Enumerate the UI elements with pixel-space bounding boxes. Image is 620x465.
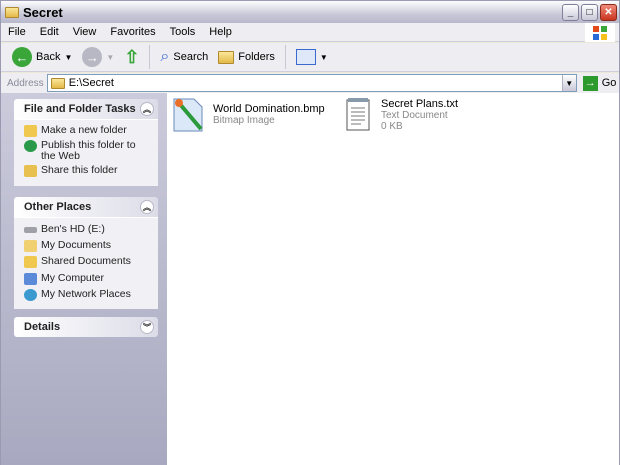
menu-file[interactable]: File: [1, 26, 33, 38]
menu-tools[interactable]: Tools: [163, 26, 203, 38]
task-pane: File and Folder Tasks ︽ Make a new folder…: [1, 93, 167, 465]
details-panel: Details ︾: [14, 317, 158, 337]
drive-icon: [24, 227, 37, 233]
window-title: Secret: [23, 4, 63, 20]
back-arrow-icon: ←: [12, 47, 32, 67]
task-share-folder[interactable]: Share this folder: [24, 165, 152, 177]
toolbar: ← Back ▼ → ▼ ⇧ ⌕ Search Folders ▼: [1, 43, 619, 72]
network-icon: [24, 289, 37, 301]
new-folder-icon: [24, 125, 37, 137]
address-label: Address: [7, 77, 44, 89]
place-my-documents[interactable]: My Documents: [24, 239, 152, 252]
menu-view[interactable]: View: [66, 26, 104, 38]
separator: [284, 45, 286, 69]
task-make-folder[interactable]: Make a new folder: [24, 125, 152, 137]
place-drive[interactable]: Ben's HD (E:): [24, 224, 152, 235]
bitmap-file-icon: [173, 98, 203, 132]
views-icon: [295, 49, 316, 65]
menu-help[interactable]: Help: [202, 26, 239, 38]
dropdown-arrow-icon[interactable]: ▼: [106, 53, 114, 62]
place-shared-documents[interactable]: Shared Documents: [24, 256, 152, 268]
explorer-window: Secret _ □ ✕ File Edit View Favorites To…: [0, 0, 620, 465]
other-places-panel: Other Places ︽ Ben's HD (E:) My Documents…: [14, 197, 158, 309]
computer-icon: [24, 272, 37, 285]
forward-arrow-icon: →: [82, 47, 103, 67]
menu-edit[interactable]: Edit: [33, 26, 66, 38]
file-folder-tasks-panel: File and Folder Tasks ︽ Make a new folder…: [14, 99, 158, 186]
go-arrow-icon: →: [582, 75, 598, 91]
place-my-computer[interactable]: My Computer: [24, 272, 152, 285]
panel-header[interactable]: File and Folder Tasks ︽: [14, 99, 158, 119]
maximize-button[interactable]: □: [581, 4, 598, 21]
file-item[interactable]: Secret Plans.txt Text Document 0 KB: [343, 97, 458, 133]
search-icon: ⌕: [160, 48, 170, 65]
text-file-icon: [346, 98, 370, 131]
up-folder-button[interactable]: ⇧: [121, 47, 142, 68]
task-publish-web[interactable]: Publish this folder to the Web: [24, 140, 152, 162]
collapse-chevron-icon[interactable]: ︽: [140, 102, 154, 116]
globe-icon: [24, 140, 37, 152]
back-button[interactable]: ← Back ▼: [9, 47, 75, 67]
separator: [149, 45, 151, 69]
expand-chevron-icon[interactable]: ︾: [140, 320, 154, 334]
folders-icon: [218, 50, 235, 64]
close-button[interactable]: ✕: [600, 4, 617, 21]
folder-icon: [50, 77, 65, 89]
address-bar: Address E:\Secret ▼ → Go: [1, 73, 619, 93]
address-dropdown-button[interactable]: ▼: [561, 75, 576, 91]
up-folder-icon: ⇧: [124, 46, 140, 67]
windows-logo-icon: [585, 23, 615, 42]
file-item[interactable]: World Domination.bmp Bitmap Image: [171, 97, 325, 133]
title-bar[interactable]: Secret _ □ ✕: [1, 1, 619, 23]
menu-favorites[interactable]: Favorites: [103, 26, 162, 38]
minimize-button[interactable]: _: [562, 4, 579, 21]
place-network[interactable]: My Network Places: [24, 289, 152, 301]
views-button[interactable]: ▼: [293, 49, 331, 65]
file-list: World Domination.bmp Bitmap Image Secret …: [167, 93, 619, 465]
address-input[interactable]: E:\Secret ▼: [46, 74, 577, 92]
folder-icon: [5, 6, 19, 18]
menu-bar: File Edit View Favorites Tools Help: [1, 23, 619, 42]
folder-icon: [24, 256, 37, 268]
folders-button[interactable]: Folders: [215, 50, 278, 64]
go-button[interactable]: → Go: [582, 75, 616, 91]
collapse-chevron-icon[interactable]: ︽: [140, 200, 154, 214]
dropdown-arrow-icon: ▼: [319, 52, 328, 62]
dropdown-arrow-icon[interactable]: ▼: [64, 53, 72, 62]
panel-header[interactable]: Other Places ︽: [14, 197, 158, 217]
share-folder-icon: [24, 165, 37, 177]
documents-icon: [24, 239, 37, 252]
forward-button[interactable]: → ▼: [79, 47, 117, 67]
search-button[interactable]: ⌕ Search: [157, 48, 211, 66]
panel-header[interactable]: Details ︾: [14, 317, 158, 337]
